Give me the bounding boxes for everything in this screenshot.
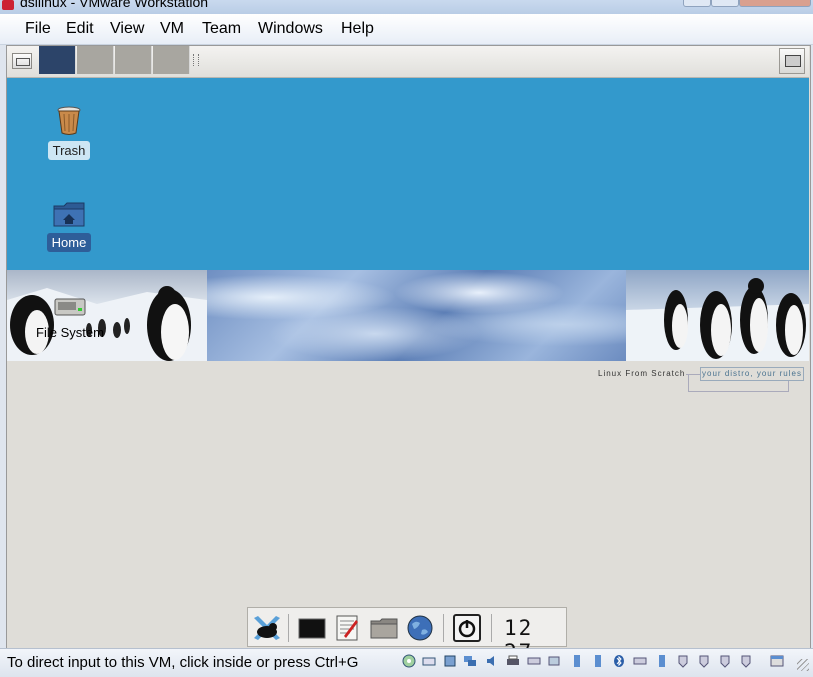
floppy-icon[interactable]: [443, 654, 457, 668]
menu-vm[interactable]: VM: [160, 20, 184, 38]
vmware-app-icon: [2, 0, 14, 10]
dock-separator: [491, 614, 492, 642]
wallpaper-tagline: your distro, your rules: [700, 367, 804, 381]
file-manager-button[interactable]: [370, 614, 398, 642]
maximize-button[interactable]: [711, 0, 739, 7]
trash-label: Trash: [47, 141, 91, 160]
menu-help[interactable]: Help: [341, 20, 374, 38]
usb-plug-icon[interactable]: [676, 654, 690, 668]
ice-texture: [207, 270, 626, 361]
vmware-status-bar: To direct input to this VM, click inside…: [0, 648, 813, 677]
printer-status-icon[interactable]: [506, 654, 520, 668]
text-editor-button[interactable]: [334, 614, 362, 642]
text-editor-icon: [336, 615, 358, 641]
pager-drag-handle[interactable]: [193, 54, 199, 66]
message-log-icon[interactable]: [770, 654, 784, 668]
workspace-4[interactable]: [153, 46, 190, 74]
bluetooth-icon[interactable]: [612, 654, 626, 668]
hard-drive-icon: [54, 298, 86, 316]
window-title: dsllinux - VMware Workstation: [20, 0, 209, 10]
terminal-icon: [298, 618, 326, 639]
desktop-icon-filesystem[interactable]: File System: [30, 296, 110, 342]
dock-separator: [288, 614, 289, 642]
usb-device-icon[interactable]: [591, 654, 605, 668]
wallpaper-line: [688, 374, 689, 392]
home-folder-icon: [53, 202, 85, 227]
desktop-icon-trash[interactable]: Trash: [41, 106, 97, 160]
menu-bar: File Edit View VM Team Windows Help: [0, 14, 813, 45]
xfce-menu-button[interactable]: [252, 614, 280, 642]
parallel-port-icon[interactable]: [547, 654, 561, 668]
workspace-3[interactable]: [115, 46, 152, 74]
usb-device-icon[interactable]: [570, 654, 584, 668]
close-button[interactable]: [739, 0, 811, 7]
status-message: To direct input to this VM, click inside…: [7, 654, 359, 671]
xfce-mouse-icon: [254, 616, 280, 640]
wallpaper-line: [788, 381, 789, 392]
sound-card-icon[interactable]: [485, 654, 499, 668]
penguin-photo-right: [626, 270, 809, 361]
menu-view[interactable]: View: [110, 20, 144, 38]
power-button[interactable]: [453, 614, 481, 642]
network-adapter-icon[interactable]: [463, 654, 477, 668]
usb-plug-icon[interactable]: [739, 654, 753, 668]
workspace-1[interactable]: [39, 46, 76, 74]
cd-drive-icon[interactable]: [402, 654, 416, 668]
filesystem-label: File System: [36, 325, 104, 340]
serial-port-icon[interactable]: [527, 654, 541, 668]
printer-button[interactable]: [779, 48, 805, 74]
web-browser-button[interactable]: [406, 614, 434, 642]
resize-grip[interactable]: [797, 659, 809, 671]
window-titlebar[interactable]: dsllinux - VMware Workstation: [0, 0, 813, 14]
home-label: Home: [46, 233, 92, 252]
desktop-icon-home[interactable]: Home: [41, 200, 97, 252]
trash-icon: [57, 106, 81, 135]
guest-dock: 12 27: [247, 607, 567, 664]
hard-disk-icon[interactable]: [422, 654, 436, 668]
usb-device-icon[interactable]: [655, 654, 669, 668]
desktop-background[interactable]: [7, 78, 809, 270]
wallpaper-lfs-text: Linux From Scratch: [598, 369, 686, 378]
minimize-button[interactable]: [683, 0, 711, 7]
usb-plug-icon[interactable]: [697, 654, 711, 668]
power-icon: [453, 614, 481, 642]
menu-edit[interactable]: Edit: [66, 20, 94, 38]
folder-icon: [370, 618, 398, 639]
guest-top-panel: [7, 46, 809, 78]
usb-plug-icon[interactable]: [718, 654, 732, 668]
printer-icon: [785, 55, 801, 67]
terminal-button[interactable]: [298, 614, 326, 642]
menu-team[interactable]: Team: [202, 20, 241, 38]
workspace-2[interactable]: [77, 46, 114, 74]
serial-port-icon[interactable]: [633, 654, 647, 668]
globe-icon: [407, 615, 433, 641]
show-desktop-button[interactable]: [12, 53, 32, 69]
menu-file[interactable]: File: [25, 20, 51, 38]
dock-separator: [443, 614, 444, 642]
menu-windows[interactable]: Windows: [258, 20, 323, 38]
wallpaper-line: [688, 391, 788, 392]
wallpaper-banner: [7, 270, 809, 361]
